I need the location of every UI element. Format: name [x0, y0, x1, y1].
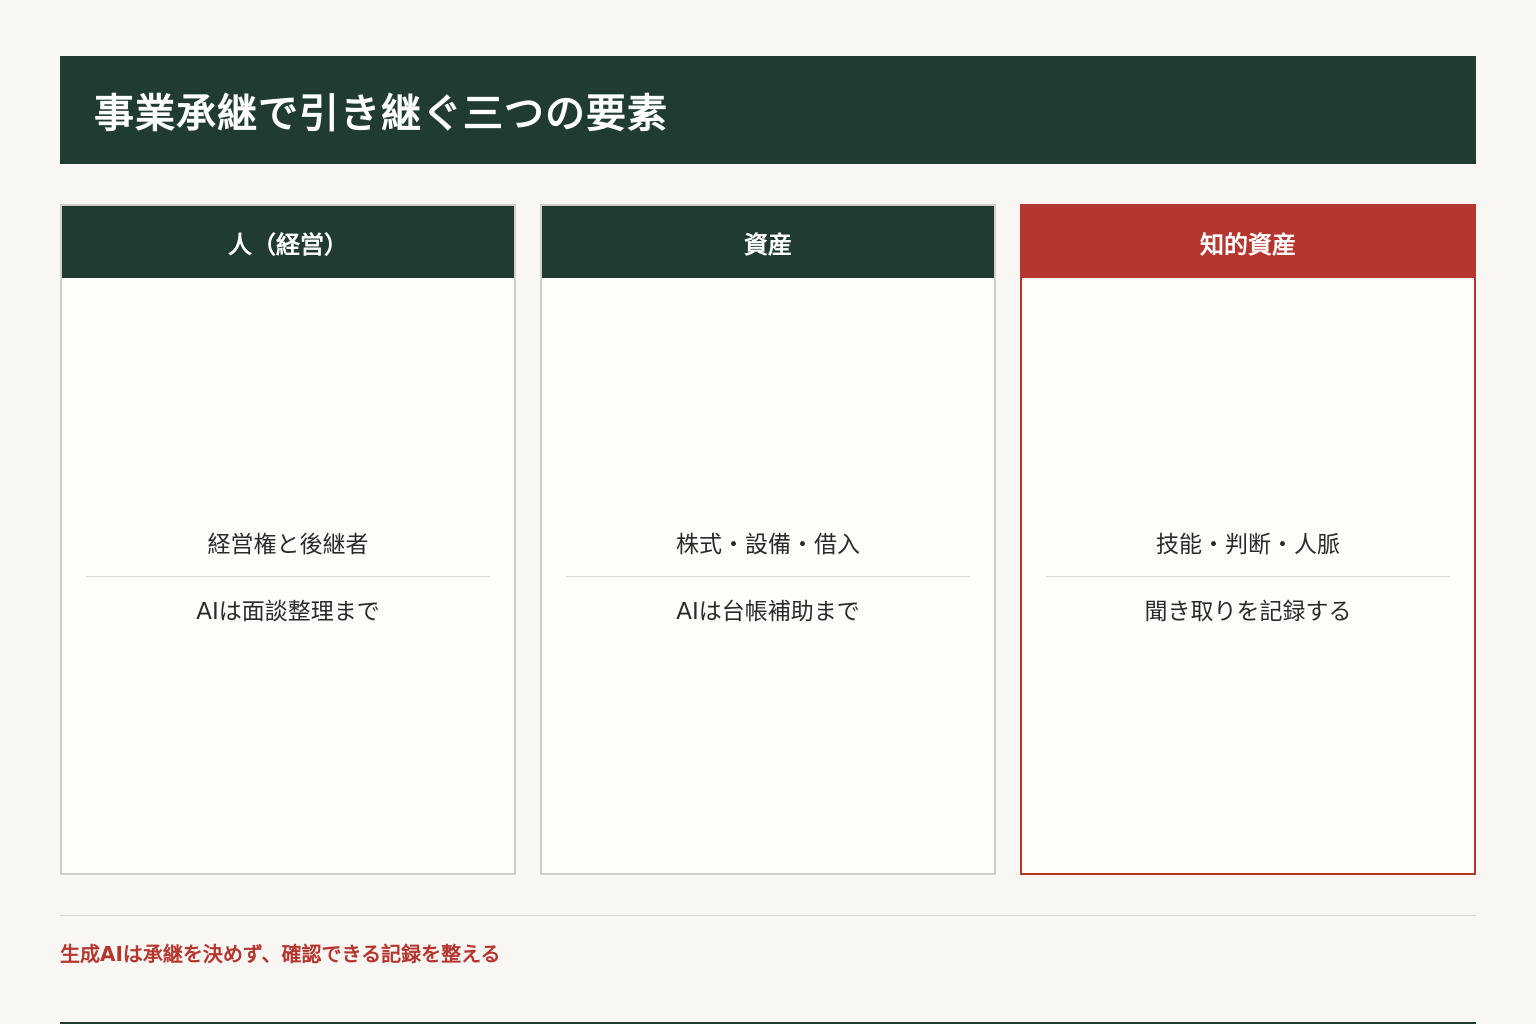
slide: 事業承継で引き継ぐ三つの要素 人（経営） 経営権と後継者 AIは面談整理まで 資…: [0, 0, 1536, 1024]
card-assets: 資産 株式・設備・借入 AIは台帳補助まで: [540, 204, 996, 875]
page-title: 事業承継で引き継ぐ三つの要素: [94, 90, 668, 137]
card-subject: 経営権と後継者: [207, 532, 369, 558]
card-intellectual-assets: 知的資産 技能・判断・人脈 聞き取りを記録する: [1020, 204, 1476, 875]
card-subject: 技能・判断・人脈: [1156, 532, 1340, 558]
card-header: 人（経営）: [62, 206, 514, 278]
element-cards: 人（経営） 経営権と後継者 AIは面談整理まで 資産 株式・設備・借入 AIは台…: [60, 204, 1476, 875]
card-subject: 株式・設備・借入: [676, 532, 860, 558]
card-body: 技能・判断・人脈 聞き取りを記録する: [1046, 526, 1450, 631]
footer-note: 生成AIは承継を決めず、確認できる記録を整える: [60, 942, 501, 966]
card-ai-role: AIは面談整理まで: [196, 599, 380, 625]
card-people: 人（経営） 経営権と後継者 AIは面談整理まで: [60, 204, 516, 875]
card-header: 知的資産: [1022, 206, 1474, 278]
card-body: 経営権と後継者 AIは面談整理まで: [86, 526, 490, 631]
title-banner: 事業承継で引き継ぐ三つの要素: [60, 56, 1476, 164]
card-divider: [1046, 576, 1450, 577]
card-ai-role: 聞き取りを記録する: [1144, 599, 1352, 625]
card-ai-role: AIは台帳補助まで: [676, 599, 860, 625]
footer-divider: [60, 915, 1476, 916]
card-divider: [86, 576, 490, 577]
card-divider: [566, 576, 970, 577]
card-body: 株式・設備・借入 AIは台帳補助まで: [566, 526, 970, 631]
card-header: 資産: [542, 206, 994, 278]
